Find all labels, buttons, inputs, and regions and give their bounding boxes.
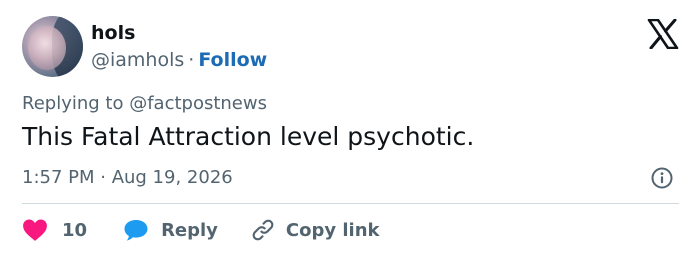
replying-to[interactable]: Replying to @factpostnews [22, 93, 267, 114]
copy-link-label: Copy link [285, 219, 380, 241]
like-count: 10 [62, 219, 88, 241]
divider [22, 203, 679, 204]
handle-row: @iamhols · Follow [91, 49, 267, 71]
separator-dot: · [188, 49, 195, 71]
timestamp[interactable]: 1:57 PM · Aug 19, 2026 [22, 167, 233, 188]
reply-button[interactable]: Reply [123, 218, 250, 242]
follow-button[interactable]: Follow [198, 49, 267, 71]
x-logo-icon[interactable] [647, 19, 679, 49]
display-name[interactable]: hols [91, 22, 135, 44]
like-button[interactable]: 10 [22, 218, 123, 242]
heart-icon [23, 219, 47, 241]
tweet-text: This Fatal Attraction level psychotic. [22, 122, 475, 151]
user-handle[interactable]: @iamhols [91, 49, 184, 71]
speech-bubble-icon [124, 220, 148, 241]
reply-label: Reply [161, 219, 218, 241]
info-icon[interactable] [650, 166, 674, 190]
action-bar: 10 Reply Copy link [22, 216, 380, 244]
link-icon [252, 219, 274, 241]
copy-link-button[interactable]: Copy link [250, 217, 380, 243]
avatar[interactable] [22, 16, 83, 77]
